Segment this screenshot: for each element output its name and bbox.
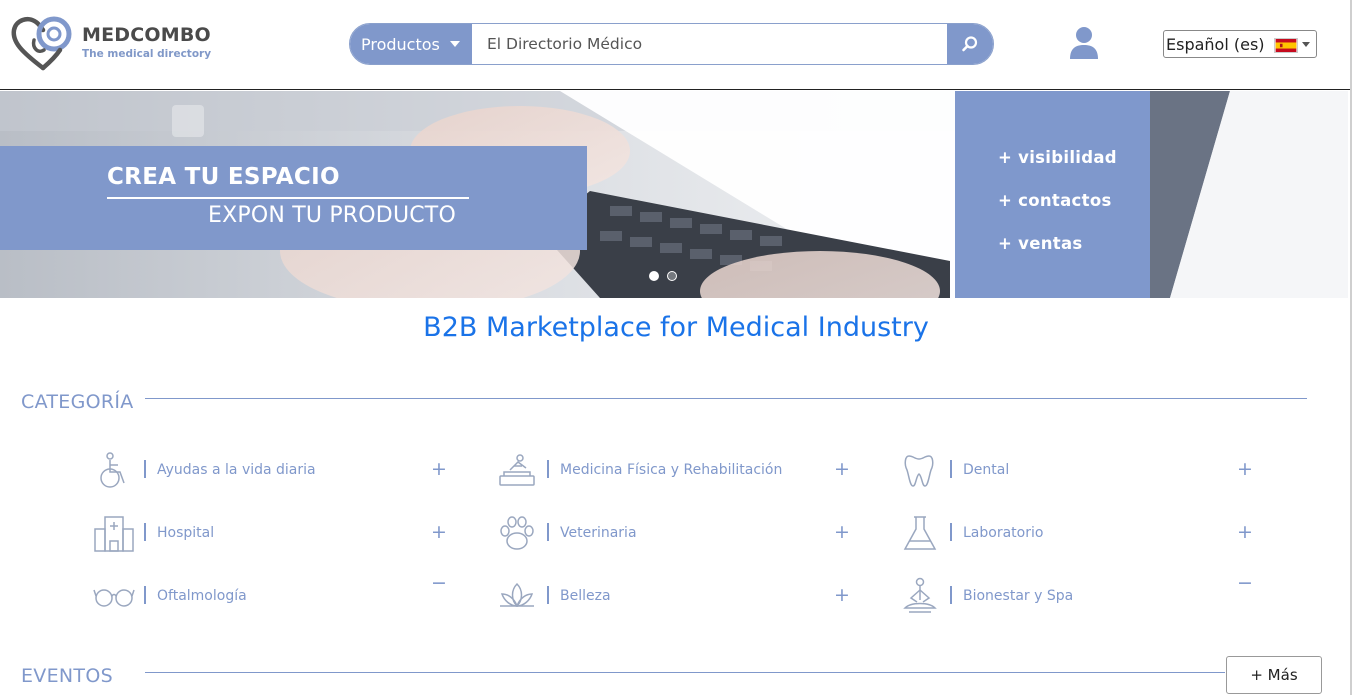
hospital-icon xyxy=(94,516,134,552)
category-ayudas[interactable]: Ayudas a la vida diaria + xyxy=(93,450,447,494)
category-label: Bionestar y Spa xyxy=(963,588,1074,604)
site-header: MEDCOMBO The medical directory Productos… xyxy=(0,0,1352,90)
category-medicina-fisica[interactable]: Medicina Física y Rehabilitación + xyxy=(496,450,850,494)
expand-toggle[interactable]: + xyxy=(431,521,447,543)
expand-toggle[interactable]: + xyxy=(834,458,850,480)
category-laboratorio[interactable]: Laboratorio + xyxy=(899,513,1253,557)
search-bar: Productos xyxy=(349,23,994,65)
search-button[interactable] xyxy=(947,24,993,64)
section-title-events: EVENTOS xyxy=(21,665,113,687)
category-label: Laboratorio xyxy=(963,525,1044,541)
search-category-label: Productos xyxy=(361,34,440,54)
collapse-toggle[interactable]: − xyxy=(431,572,447,594)
category-label: Dental xyxy=(963,462,1010,478)
category-separator xyxy=(144,523,146,541)
category-dental[interactable]: Dental + xyxy=(899,450,1253,494)
category-label: Oftalmología xyxy=(157,588,247,604)
paw-icon xyxy=(500,516,534,550)
page-headline: B2B Marketplace for Medical Industry xyxy=(423,312,929,343)
category-label: Medicina Física y Rehabilitación xyxy=(560,462,783,478)
category-separator xyxy=(950,460,952,478)
tooth-icon xyxy=(904,455,934,487)
heart-stethoscope-logo-icon xyxy=(11,16,72,71)
search-input[interactable] xyxy=(472,24,948,64)
category-veterinaria[interactable]: Veterinaria + xyxy=(496,513,850,557)
category-bienestar-spa[interactable]: Bionestar y Spa − xyxy=(899,572,1253,620)
category-separator xyxy=(144,586,146,604)
category-belleza[interactable]: Belleza + xyxy=(496,576,850,620)
category-hospital[interactable]: Hospital + xyxy=(93,513,447,557)
category-label: Hospital xyxy=(157,525,215,541)
carousel-dot-active[interactable] xyxy=(649,271,659,281)
category-separator xyxy=(144,460,146,478)
section-title-categories: CATEGORÍA xyxy=(21,391,134,413)
expand-toggle[interactable]: + xyxy=(1237,458,1253,480)
language-label: Español (es) xyxy=(1166,34,1265,54)
category-label: Veterinaria xyxy=(560,525,637,541)
spain-flag-icon xyxy=(1274,38,1298,53)
chevron-down-icon xyxy=(1302,42,1310,47)
section-divider xyxy=(145,672,1225,673)
category-label: Ayudas a la vida diaria xyxy=(157,462,316,478)
medcombo-logo[interactable]: MEDCOMBO The medical directory xyxy=(10,14,212,74)
category-oftalmologia[interactable]: Oftalmología − xyxy=(93,572,447,620)
page: MEDCOMBO The medical directory Productos… xyxy=(0,0,1352,695)
meditation-icon xyxy=(903,577,937,613)
expand-toggle[interactable]: + xyxy=(834,584,850,606)
logo-subtitle: The medical directory xyxy=(82,48,212,60)
category-separator xyxy=(547,523,549,541)
section-divider xyxy=(145,398,1307,399)
lotus-icon xyxy=(500,582,534,608)
banner-divider xyxy=(107,197,469,199)
banner-bullet-visibility: + visibilidad xyxy=(998,148,1117,167)
expand-toggle[interactable]: + xyxy=(431,458,447,480)
carousel-dot[interactable] xyxy=(667,271,677,281)
search-icon xyxy=(962,36,978,52)
banner-title: CREA TU ESPACIO xyxy=(107,164,340,190)
expand-toggle[interactable]: + xyxy=(1237,521,1253,543)
category-separator xyxy=(547,460,549,478)
hero-banner[interactable]: CREA TU ESPACIO EXPON TU PRODUCTO + visi… xyxy=(0,91,1348,298)
logo-title: MEDCOMBO xyxy=(82,24,211,46)
category-separator xyxy=(547,586,549,604)
banner-bullet-contacts: + contactos xyxy=(998,191,1112,210)
language-select[interactable]: Español (es) xyxy=(1163,30,1317,58)
banner-bullet-sales: + ventas xyxy=(998,234,1083,253)
category-separator xyxy=(950,586,952,604)
user-account-icon[interactable] xyxy=(1068,26,1100,60)
collapse-toggle[interactable]: − xyxy=(1237,572,1253,594)
wheelchair-icon xyxy=(100,452,125,488)
category-label: Belleza xyxy=(560,588,611,604)
banner-subtitle: EXPON TU PRODUCTO xyxy=(208,203,456,228)
search-category-dropdown[interactable]: Productos xyxy=(350,24,472,64)
rehabilitation-icon xyxy=(499,454,535,486)
glasses-icon xyxy=(93,589,135,607)
caret-down-icon xyxy=(450,41,460,47)
expand-toggle[interactable]: + xyxy=(834,521,850,543)
more-events-button[interactable]: + Más xyxy=(1226,656,1322,694)
flask-icon xyxy=(903,516,937,550)
category-separator xyxy=(950,523,952,541)
